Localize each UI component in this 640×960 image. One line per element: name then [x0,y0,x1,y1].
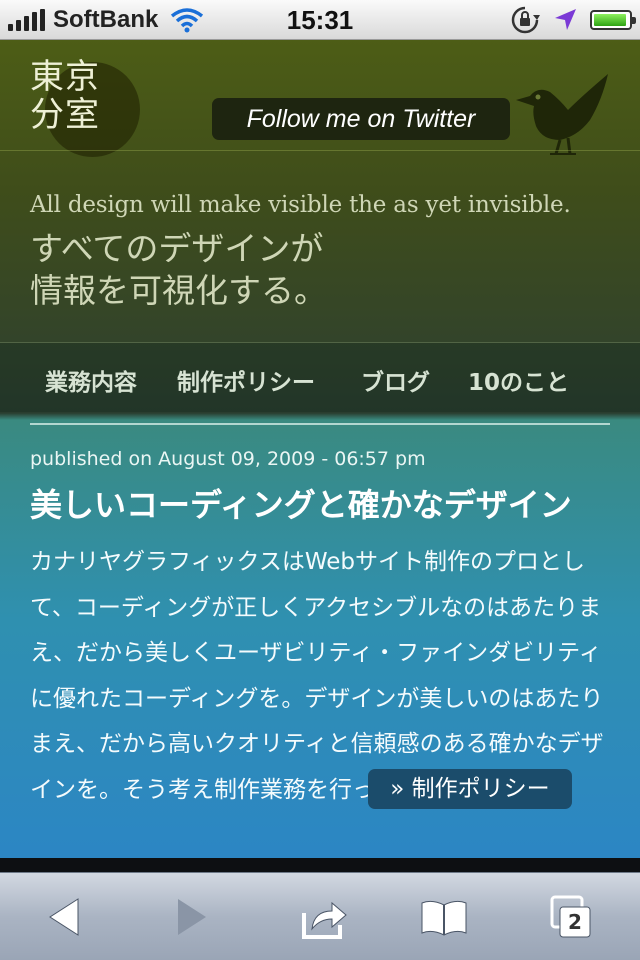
forward-icon [178,899,206,935]
post-meta: published on August 09, 2009 - 06:57 pm [30,448,426,470]
browser-toolbar: 2 [0,872,640,960]
status-bar: SoftBank 15:31 [0,0,640,40]
tagline-english: All design will make visible the as yet … [30,192,571,218]
policy-link-button[interactable]: » 制作ポリシー [368,769,572,809]
tagline-japanese: すべてのデザインが 情報を可視化する。 [30,228,327,312]
pages-count: 2 [568,910,582,934]
nav-item-ten-things[interactable]: 10のこと [468,363,569,397]
pages-button[interactable]: 2 [548,891,600,943]
site-logo[interactable]: 東京 分室 [30,58,100,134]
bookmarks-icon[interactable] [418,891,470,943]
status-icons [510,5,636,35]
follow-twitter-button[interactable]: Follow me on Twitter [212,98,510,140]
nav-item-blog[interactable]: ブログ [361,363,430,397]
tagline-japanese-line-2: 情報を可視化する。 [30,271,327,310]
tagline-japanese-line-1: すべてのデザインが [30,229,324,268]
header-divider [0,150,640,151]
battery-icon [590,10,636,30]
nav-item-policy[interactable]: 制作ポリシー [177,363,315,397]
content-divider [30,423,610,425]
page-bottom-edge [0,858,640,872]
web-page: 東京 分室 Follow me on Twitter All design wi… [0,40,640,858]
share-icon[interactable] [298,891,350,943]
logo-line-2: 分室 [30,95,100,135]
post-title[interactable]: 美しいコーディングと確かなデザイン [30,480,572,526]
bird-icon [516,74,608,155]
logo-line-1: 東京 [30,57,100,97]
main-nav: 業務内容 制作ポリシー ブログ 10のこと [0,342,640,412]
location-arrow-icon [555,9,576,30]
back-icon[interactable] [40,891,92,943]
rotation-lock-icon [511,6,540,34]
nav-item-services[interactable]: 業務内容 [45,363,137,397]
site-header: 東京 分室 Follow me on Twitter [0,40,640,157]
